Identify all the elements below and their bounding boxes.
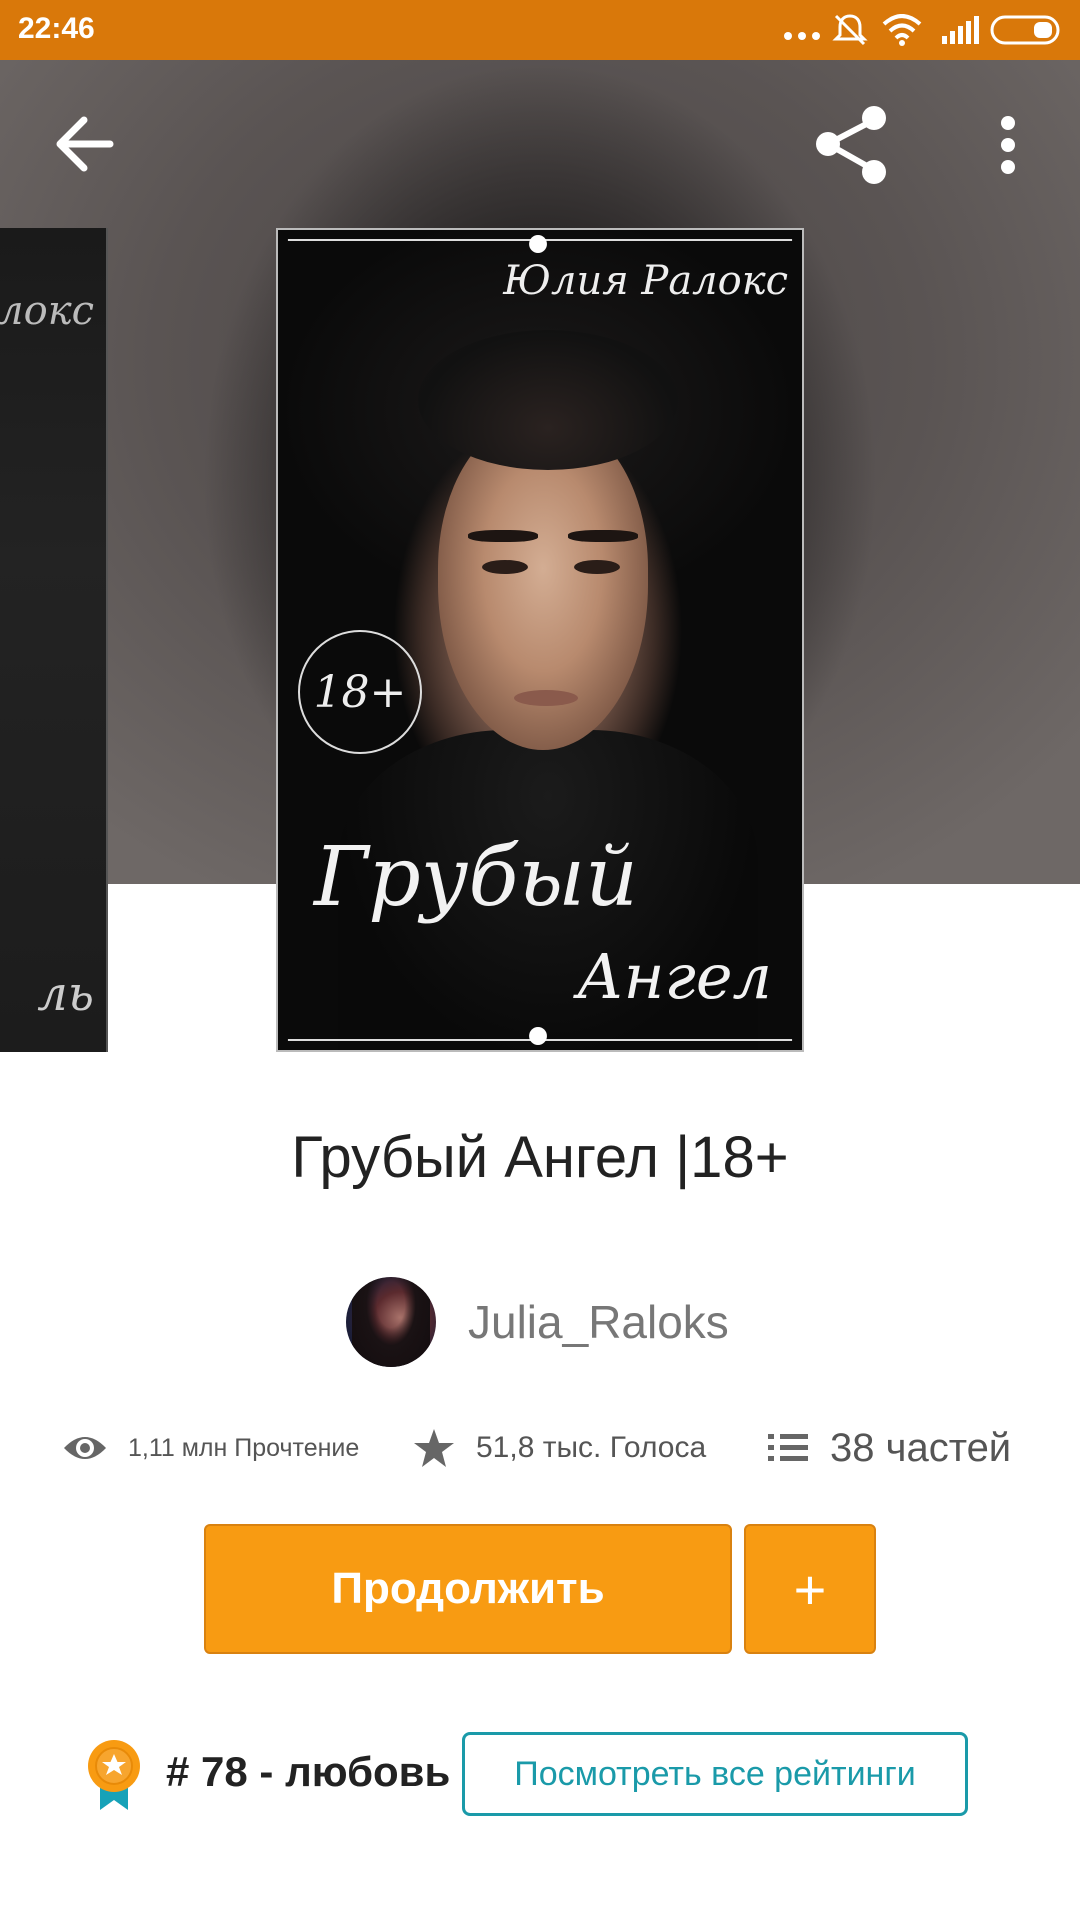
cover-bottom-ornament (287, 1027, 793, 1045)
cover-title-line2: Ангел (576, 940, 772, 1013)
status-bar: 22:46 (0, 0, 1080, 60)
status-time: 22:46 (18, 12, 95, 45)
avatar[interactable] (346, 1277, 436, 1367)
book-title: Грубый Ангел |18+ (291, 1125, 789, 1190)
peek-cover-bottom-text: ль (37, 966, 94, 1022)
cover-age-badge: 18+ (298, 630, 422, 754)
cover-title-line1: Грубый (314, 830, 638, 925)
avatar-hair (352, 1277, 430, 1367)
signal-icon (942, 16, 979, 44)
cover-lips (514, 690, 578, 706)
cover-brow-right (568, 530, 638, 542)
peek-cover-top-text: локс (0, 288, 94, 334)
stat-parts-label: 38 частей (830, 1425, 1012, 1470)
author-row[interactable]: Julia_Raloks (346, 1276, 729, 1368)
cover-author: Юлия Ралокс (503, 258, 788, 304)
ranking-text: # 78 - любовь (166, 1748, 451, 1795)
vibrate-off-icon (832, 14, 868, 46)
previous-book-cover[interactable]: локс ль (0, 228, 108, 1052)
cover-hair (418, 330, 678, 470)
share-button[interactable] (796, 90, 906, 200)
view-all-ratings-button[interactable]: Посмотреть все рейтинги (462, 1732, 968, 1816)
battery-icon (990, 15, 1060, 45)
back-button[interactable] (30, 90, 140, 200)
add-to-library-button[interactable]: + (744, 1524, 876, 1654)
wifi-icon (882, 14, 922, 46)
stat-reads-label: 1,11 млн Прочтение (128, 1433, 360, 1462)
cover-eye-right (574, 560, 620, 574)
arrow-back-icon (56, 116, 114, 172)
share-icon (816, 106, 886, 184)
continue-reading-button[interactable]: Продолжить (204, 1524, 732, 1654)
stat-votes-label: 51,8 тыс. Голоса (476, 1431, 707, 1464)
ranking-badge-icon (88, 1740, 140, 1810)
eye-icon (64, 1437, 106, 1459)
stat-votes: 51,8 тыс. Голоса (412, 1418, 706, 1478)
star-icon (414, 1429, 454, 1467)
list-icon (768, 1434, 808, 1461)
more-vert-icon (1001, 116, 1015, 174)
cover-brow-left (468, 530, 538, 542)
more-dots-icon (784, 32, 820, 40)
cover-top-ornament (287, 235, 793, 253)
cover-eye-left (482, 560, 528, 574)
author-name[interactable]: Julia_Raloks (468, 1295, 729, 1349)
book-cover[interactable]: Юлия Ралокс 18+ Грубый Ангел (276, 228, 804, 1052)
stat-reads: 1,11 млн Прочтение (62, 1418, 359, 1478)
more-options-button[interactable] (952, 90, 1062, 200)
stat-parts[interactable]: 38 частей (766, 1418, 1011, 1478)
